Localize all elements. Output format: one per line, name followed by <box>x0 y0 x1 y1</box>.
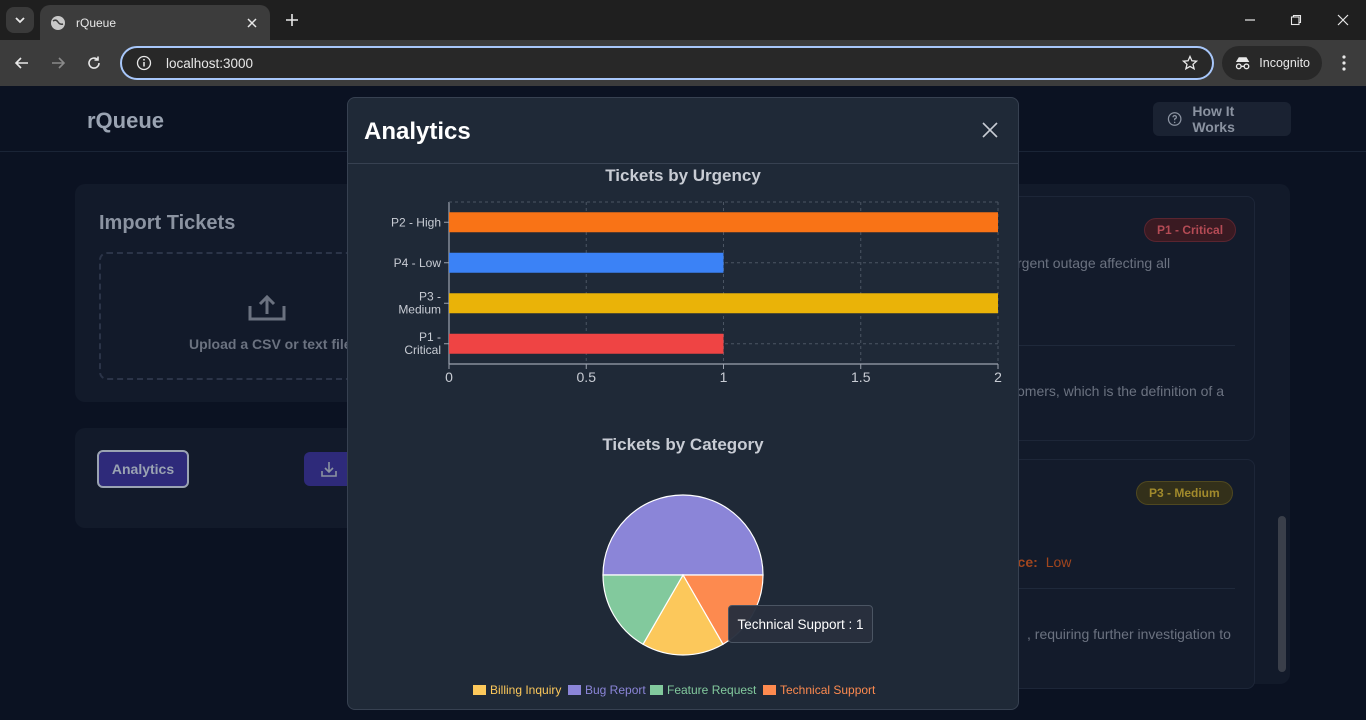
browser-tab-strip: rQueue <box>0 0 1366 40</box>
legend-label: Billing Inquiry <box>490 683 561 697</box>
pie-tooltip: Technical Support : 1 <box>728 605 873 643</box>
incognito-icon <box>1235 57 1250 70</box>
star-icon[interactable] <box>1182 55 1198 71</box>
ticket-scrollbar[interactable] <box>1278 516 1286 672</box>
legend-label: Bug Report <box>585 683 646 697</box>
bar-chart-title: Tickets by Urgency <box>605 166 761 185</box>
reload-icon <box>88 56 100 69</box>
y-tick-label: P1 - <box>419 330 441 344</box>
legend-swatch <box>473 685 486 695</box>
dropzone-text: Upload a CSV or text file <box>189 336 352 352</box>
modal-close-button[interactable] <box>980 120 1000 140</box>
chevron-down-icon <box>15 17 25 24</box>
brand-logo[interactable]: rQueue <box>87 108 164 134</box>
bar <box>449 252 724 273</box>
analytics-modal: Analytics Tickets by Urgency 0 0.5 1 1.5 2 P2 … <box>347 97 1019 710</box>
analytics-button[interactable]: Analytics <box>97 450 189 488</box>
urgency-badge: P1 - Critical <box>1144 218 1237 242</box>
ticket-reasoning: , requiring further investigation to <box>1027 626 1231 642</box>
new-tab-button[interactable] <box>282 10 302 30</box>
tab-close-icon[interactable] <box>244 15 260 31</box>
bar <box>449 333 724 354</box>
y-tick-label: Critical <box>404 343 441 357</box>
legend-label: Technical Support <box>780 683 876 697</box>
reload-button[interactable] <box>84 53 104 73</box>
url-text: localhost:3000 <box>166 55 254 71</box>
divider <box>1017 345 1235 346</box>
how-it-works-button[interactable]: How It Works <box>1153 102 1291 136</box>
x-tick-label: 0 <box>445 369 453 385</box>
minimize-icon <box>1245 19 1255 21</box>
import-title: Import Tickets <box>99 212 236 234</box>
x-tick-label: 1 <box>720 369 728 385</box>
browser-tab[interactable]: rQueue <box>40 5 270 40</box>
globe-icon <box>51 15 65 30</box>
tab-title: rQueue <box>76 15 117 30</box>
y-tick-label: P4 - Low <box>394 256 442 270</box>
incognito-indicator[interactable]: Incognito <box>1222 46 1322 80</box>
plus-icon <box>286 14 298 26</box>
chart-area: Tickets by Urgency 0 0.5 1 1.5 2 P2 - High P4 -… <box>348 164 1018 709</box>
arrow-left-icon <box>14 57 28 69</box>
legend-swatch <box>763 685 776 695</box>
modal-header: Analytics <box>348 98 1018 164</box>
restore-icon <box>1290 14 1302 26</box>
urgency-badge: P3 - Medium <box>1136 481 1233 505</box>
incognito-label: Incognito <box>1259 56 1310 70</box>
y-tick-label: Medium <box>398 302 441 316</box>
pie-slice <box>602 494 764 576</box>
confidence-value: Low <box>1045 554 1072 570</box>
upload-icon <box>248 294 286 321</box>
ticket-reasoning: omers, which is the definition of a <box>1017 383 1224 399</box>
close-icon <box>1337 14 1349 26</box>
ticket-card[interactable]: P3 - Medium nce: Low , requiring further… <box>990 459 1255 689</box>
how-it-works-label: How It Works <box>1192 103 1235 135</box>
ticket-card[interactable]: P1 - Critical rgent outage affecting all… <box>990 196 1255 441</box>
tab-search-button[interactable] <box>6 7 34 33</box>
charts-svg: Tickets by Urgency 0 0.5 1 1.5 2 P2 - High P4 -… <box>391 166 1002 697</box>
minimize-button[interactable] <box>1240 10 1260 30</box>
legend-swatch <box>568 685 581 695</box>
address-bar[interactable]: localhost:3000 <box>120 46 1214 80</box>
more-vertical-icon <box>1342 55 1346 71</box>
pie-chart-title: Tickets by Category <box>602 435 764 454</box>
legend-label: Feature Request <box>667 683 757 697</box>
forward-button[interactable] <box>48 53 68 73</box>
modal-title: Analytics <box>364 118 471 145</box>
browser-menu-button[interactable] <box>1334 53 1354 73</box>
download-icon <box>321 462 337 477</box>
browser-toolbar: localhost:3000 Incognito <box>0 40 1366 86</box>
y-tick-label: P3 - <box>419 289 441 303</box>
x-tick-label: 0.5 <box>577 369 597 385</box>
arrow-right-icon <box>52 57 66 69</box>
x-tick-label: 2 <box>994 369 1002 385</box>
bar <box>449 212 998 233</box>
x-tick-label: 1.5 <box>851 369 871 385</box>
close-icon <box>982 122 998 138</box>
y-tick-label: P2 - High <box>391 215 441 229</box>
divider <box>1017 588 1235 589</box>
bar <box>449 293 998 314</box>
help-circle-icon <box>1167 112 1182 126</box>
info-icon[interactable] <box>136 55 152 71</box>
ticket-summary: rgent outage affecting all <box>1017 255 1171 271</box>
legend-swatch <box>650 685 663 695</box>
restore-button[interactable] <box>1286 10 1306 30</box>
window-close-button[interactable] <box>1333 10 1353 30</box>
back-button[interactable] <box>12 53 32 73</box>
